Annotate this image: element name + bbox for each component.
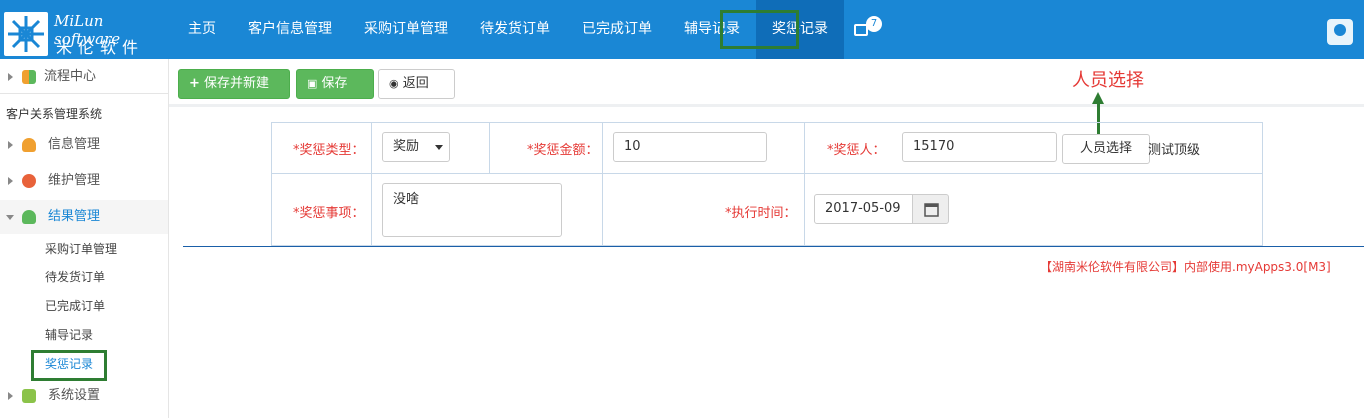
caret-right-icon [8, 177, 13, 185]
save-button[interactable]: ▣ 保存 [296, 69, 374, 99]
sidebar-section-title: 客户关系管理系统 [6, 107, 103, 121]
results-icon [22, 210, 36, 224]
sidebar-item-settings[interactable]: 系统设置 [0, 379, 168, 413]
sidebar-subitem-purchase-orders[interactable]: 采购订单管理 [45, 235, 117, 263]
reward-type-label: *奖惩类型： [293, 143, 365, 158]
reward-amount-input[interactable]: 10 [613, 132, 767, 162]
sidebar-item-label: 维护管理 [48, 173, 101, 188]
nav-highlight-box [720, 10, 799, 49]
caret-right-icon [8, 392, 13, 400]
notification-button[interactable]: 7 [844, 0, 884, 59]
reward-person-label: *奖惩人： [827, 143, 886, 158]
nav-home[interactable]: 主页 [172, 0, 232, 59]
form-col-divider [602, 122, 603, 246]
form-col-divider [489, 122, 490, 173]
reward-type-value: 奖励 [393, 139, 420, 154]
sidebar-item-maintenance[interactable]: 维护管理 [0, 164, 168, 198]
nav-purchase-orders[interactable]: 采购订单管理 [348, 0, 464, 59]
execution-time-label: *执行时间： [725, 206, 797, 221]
floppy-icon: ▣ [307, 77, 318, 90]
save-and-new-button[interactable]: + 保存并新建 [178, 69, 290, 99]
save-and-new-label: 保存并新建 [204, 76, 270, 91]
back-label: 返回 [402, 76, 429, 91]
form-row-divider [271, 173, 1263, 174]
user-icon [22, 138, 36, 152]
form-col-divider [371, 122, 372, 246]
nav-pending-shipment[interactable]: 待发货订单 [464, 0, 566, 59]
calendar-button[interactable] [912, 194, 949, 224]
sidebar-subitem-pending-shipment[interactable]: 待发货订单 [45, 263, 105, 291]
person-select-button[interactable]: 人员选择 [1062, 134, 1150, 164]
logo-text-cn: 米伦软件 [56, 38, 145, 57]
dropdown-arrow-icon [435, 145, 443, 150]
footer-copyright: 【湖南米伦软件有限公司】内部使用.myApps3.0[M3] [1040, 260, 1331, 274]
sidebar-item-label: 流程中心 [44, 69, 97, 84]
reward-person-input[interactable]: 15170 [902, 132, 1057, 162]
sidebar-highlight-box [31, 350, 107, 381]
notification-badge: 7 [866, 16, 882, 32]
person-name-text: 测试顶级 [1148, 143, 1201, 158]
calendar-icon [924, 203, 939, 217]
sidebar-item-info[interactable]: 信息管理 [0, 128, 168, 162]
sidebar-item-workflow[interactable]: 流程中心 [0, 60, 168, 94]
sidebar-item-results[interactable]: 结果管理 [0, 200, 168, 234]
logo-snowflake-icon [4, 12, 48, 56]
sidebar-item-label: 结果管理 [48, 209, 101, 224]
back-circle-icon: ◉ [389, 77, 399, 90]
nav-completed-orders[interactable]: 已完成订单 [566, 0, 668, 59]
content-divider [183, 246, 1364, 247]
reward-type-select[interactable]: 奖励 [382, 132, 450, 162]
user-avatar[interactable] [1327, 19, 1353, 45]
back-button[interactable]: ◉ 返回 [378, 69, 455, 99]
nav-customer-info[interactable]: 客户信息管理 [232, 0, 348, 59]
reward-amount-label: *奖惩金额： [527, 143, 599, 158]
toolbar: + 保存并新建 ▣ 保存 ◉ 返回 [169, 59, 1364, 107]
settings-icon [22, 389, 36, 403]
reward-matter-textarea[interactable]: 没啥 [382, 183, 562, 237]
maintenance-icon [22, 174, 36, 188]
save-label: 保存 [321, 76, 348, 91]
caret-right-icon [8, 141, 13, 149]
sidebar-item-label: 信息管理 [48, 137, 101, 152]
sidebar-item-label: 系统设置 [48, 388, 101, 403]
plus-icon: + [189, 76, 200, 91]
reward-matter-label: *奖惩事项： [293, 206, 365, 221]
top-bar: MiLun software 米伦软件 主页 客户信息管理 采购订单管理 待发货… [0, 0, 1364, 59]
workflow-icon [22, 70, 36, 84]
execution-time-input[interactable]: 2017-05-09 [814, 194, 913, 224]
caret-down-icon [6, 215, 14, 220]
caret-right-icon [8, 73, 13, 81]
sidebar-subitem-completed-orders[interactable]: 已完成订单 [45, 292, 105, 320]
logo[interactable]: MiLun software 米伦软件 [0, 0, 172, 59]
form-col-divider [804, 122, 805, 246]
sidebar-subitem-coaching-records[interactable]: 辅导记录 [45, 321, 93, 349]
annotation-label: 人员选择 [1072, 70, 1144, 91]
